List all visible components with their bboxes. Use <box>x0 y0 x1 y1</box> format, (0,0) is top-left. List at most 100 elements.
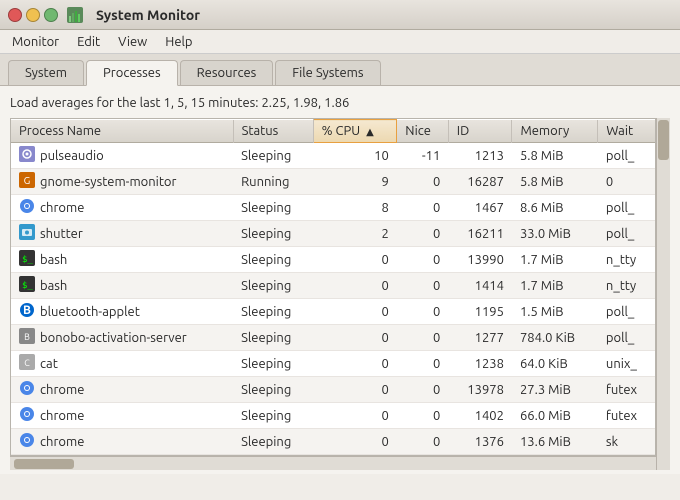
col-process-name[interactable]: Process Name <box>11 120 233 143</box>
process-id: 1195 <box>448 299 512 325</box>
table-row[interactable]: G gnome-system-monitor Running 9 0 16287… <box>11 169 655 195</box>
process-cpu: 10 <box>313 143 397 169</box>
table-scroll[interactable]: Process Name Status % CPU ▲ Nice <box>10 118 656 470</box>
process-nice: 0 <box>397 221 449 247</box>
process-icon <box>19 198 35 217</box>
tabbar: System Processes Resources File Systems <box>0 54 680 86</box>
process-name-text: bluetooth-applet <box>40 305 140 319</box>
process-memory: 5.8 MiB <box>512 169 598 195</box>
vertical-scrollbar[interactable] <box>656 118 670 470</box>
process-nice: 0 <box>397 299 449 325</box>
process-wait: poll_ <box>598 299 655 325</box>
process-icon <box>19 406 35 425</box>
scroll-area: Process Name Status % CPU ▲ Nice <box>10 118 670 470</box>
process-memory: 33.0 MiB <box>512 221 598 247</box>
col-status[interactable]: Status <box>233 120 313 143</box>
process-icon <box>19 380 35 399</box>
process-cpu: 0 <box>313 377 397 403</box>
menu-edit[interactable]: Edit <box>69 33 108 51</box>
svg-text:$_: $_ <box>22 255 33 265</box>
process-name-text: chrome <box>40 409 84 423</box>
process-name-cell: B bonobo-activation-server <box>11 325 233 351</box>
process-nice: 0 <box>397 273 449 299</box>
process-icon: B <box>19 302 35 321</box>
process-id: 1238 <box>448 351 512 377</box>
process-memory: 1.7 MiB <box>512 273 598 299</box>
col-wait[interactable]: Wait <box>598 120 655 143</box>
table-row[interactable]: $_ bash Sleeping 0 0 13990 1.7 MiB n_tty <box>11 247 655 273</box>
process-cpu: 0 <box>313 403 397 429</box>
scrollbar-thumb[interactable] <box>658 120 669 160</box>
svg-text:C: C <box>24 358 30 368</box>
table-row[interactable]: C cat Sleeping 0 0 1238 64.0 KiB unix_ <box>11 351 655 377</box>
table-row[interactable]: chrome Sleeping 0 0 13978 27.3 MiB futex <box>11 377 655 403</box>
process-wait: n_tty <box>598 273 655 299</box>
process-wait: poll_ <box>598 221 655 247</box>
tab-system[interactable]: System <box>8 60 84 85</box>
col-id[interactable]: ID <box>448 120 512 143</box>
process-nice: 0 <box>397 325 449 351</box>
process-icon: $_ <box>19 250 35 269</box>
table-row[interactable]: B bluetooth-applet Sleeping 0 0 1195 1.5… <box>11 299 655 325</box>
process-wait: futex <box>598 403 655 429</box>
col-memory[interactable]: Memory <box>512 120 598 143</box>
process-memory: 1.5 MiB <box>512 299 598 325</box>
table-row[interactable]: chrome Sleeping 0 0 1402 66.0 MiB futex <box>11 403 655 429</box>
window-controls <box>8 8 58 22</box>
process-cpu: 0 <box>313 273 397 299</box>
window-title: System Monitor <box>96 7 200 23</box>
process-nice: 0 <box>397 247 449 273</box>
process-cpu: 0 <box>313 429 397 455</box>
process-id: 1277 <box>448 325 512 351</box>
process-icon <box>19 146 35 165</box>
process-cpu: 8 <box>313 195 397 221</box>
table-row[interactable]: pulseaudio Sleeping 10 -11 1213 5.8 MiB … <box>11 143 655 169</box>
titlebar: System Monitor <box>0 0 680 30</box>
process-id: 13990 <box>448 247 512 273</box>
horizontal-scrollbar[interactable] <box>10 456 656 470</box>
process-name-text: pulseaudio <box>40 149 104 163</box>
process-wait: poll_ <box>598 195 655 221</box>
process-name-cell: G gnome-system-monitor <box>11 169 233 195</box>
svg-text:G: G <box>24 175 31 186</box>
table-row[interactable]: chrome Sleeping 0 0 1376 13.6 MiB sk <box>11 429 655 455</box>
hscroll-thumb[interactable] <box>14 459 74 469</box>
process-nice: 0 <box>397 377 449 403</box>
process-memory: 5.8 MiB <box>512 143 598 169</box>
maximize-button[interactable] <box>44 8 58 22</box>
table-row[interactable]: $_ bash Sleeping 0 0 1414 1.7 MiB n_tty <box>11 273 655 299</box>
process-icon <box>19 432 35 451</box>
menu-help[interactable]: Help <box>157 33 200 51</box>
process-status: Sleeping <box>233 247 313 273</box>
process-wait: poll_ <box>598 325 655 351</box>
table-row[interactable]: B bonobo-activation-server Sleeping 0 0 … <box>11 325 655 351</box>
process-memory: 66.0 MiB <box>512 403 598 429</box>
process-name-text: shutter <box>40 227 83 241</box>
process-wait: poll_ <box>598 143 655 169</box>
col-nice[interactable]: Nice <box>397 120 449 143</box>
process-nice: -11 <box>397 143 449 169</box>
process-memory: 1.7 MiB <box>512 247 598 273</box>
tab-filesystems[interactable]: File Systems <box>275 60 380 85</box>
tab-resources[interactable]: Resources <box>180 60 274 85</box>
table-row[interactable]: shutter Sleeping 2 0 16211 33.0 MiB poll… <box>11 221 655 247</box>
process-wait: n_tty <box>598 247 655 273</box>
close-button[interactable] <box>8 8 22 22</box>
process-name-cell: chrome <box>11 195 233 221</box>
menu-view[interactable]: View <box>110 33 155 51</box>
minimize-button[interactable] <box>26 8 40 22</box>
process-id: 1414 <box>448 273 512 299</box>
sort-asc-icon: ▲ <box>366 126 374 138</box>
table-row[interactable]: chrome Sleeping 8 0 1467 8.6 MiB poll_ <box>11 195 655 221</box>
process-nice: 0 <box>397 351 449 377</box>
process-status: Sleeping <box>233 143 313 169</box>
menu-monitor[interactable]: Monitor <box>4 33 67 51</box>
process-icon: $_ <box>19 276 35 295</box>
scrollbar-track <box>657 120 670 468</box>
svg-text:B: B <box>23 304 31 317</box>
process-status: Running <box>233 169 313 195</box>
load-average: Load averages for the last 1, 5, 15 minu… <box>10 92 670 118</box>
process-id: 1402 <box>448 403 512 429</box>
col-cpu[interactable]: % CPU ▲ <box>313 120 397 143</box>
tab-processes[interactable]: Processes <box>86 60 178 86</box>
